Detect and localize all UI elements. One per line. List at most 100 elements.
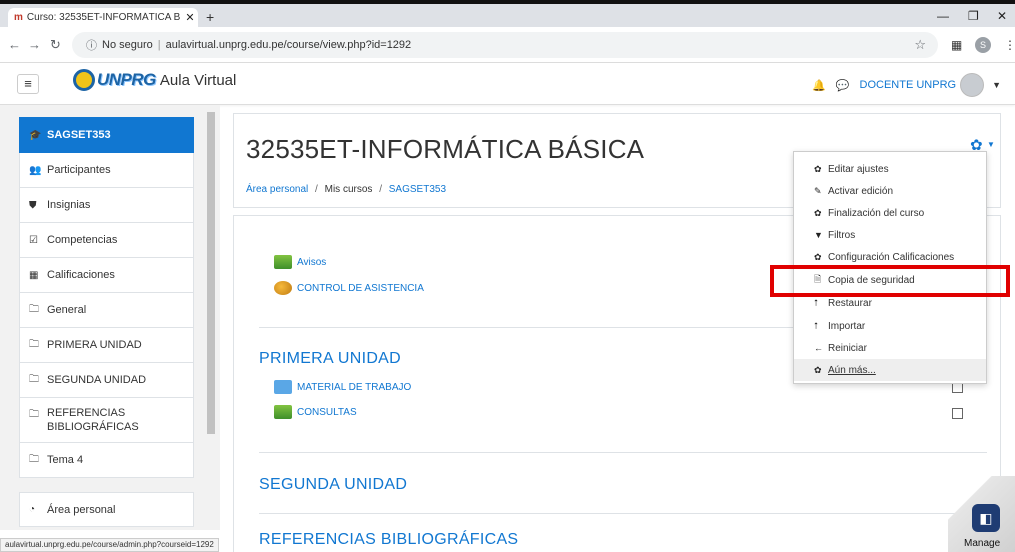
sidebar-item-course[interactable]: 🎓 SAGSET353 [19, 117, 194, 153]
upload-icon: ⭡ [814, 297, 819, 308]
sidebar-item-competencias[interactable]: ☑ Competencias [19, 223, 194, 258]
reload-icon[interactable]: ↻ [50, 37, 61, 53]
folder-icon: 🗀 [29, 338, 39, 350]
section-divider [259, 452, 987, 453]
url-text: aulavirtual.unprg.edu.pe/course/view.php… [165, 39, 412, 51]
completion-checkbox[interactable] [952, 408, 963, 419]
sidebar-item-label: SEGUNDA UNIDAD [47, 374, 147, 386]
sidebar-item-tema-4[interactable]: 🗀 Tema 4 [19, 443, 194, 478]
section-title-segunda-unidad[interactable]: SEGUNDA UNIDAD [259, 476, 407, 494]
graduation-cap-icon: 🎓 [29, 129, 42, 141]
minimize-icon[interactable]: — [937, 9, 949, 23]
menu-item-label: Restaurar [828, 297, 872, 309]
tab-title: Curso: 32535ET-INFORMÁTICA B [26, 12, 181, 23]
folder-icon: 🗀 [29, 303, 39, 315]
profile-avatar[interactable]: S [975, 37, 991, 53]
menu-item-label: Importar [828, 320, 866, 332]
sidebar-item-area-personal[interactable]: ◔ Área personal [19, 492, 194, 527]
user-menu-caret-icon[interactable]: ▼ [992, 80, 1001, 90]
user-avatar[interactable] [960, 73, 985, 97]
folder-icon: 🗀 [29, 453, 39, 465]
menu-item-importar[interactable]: ⭡ Importar [794, 315, 986, 337]
site-navbar: ≡ UNPRG Aula Virtual 🔔 💬 DOCENTE UNPRG ▼ [0, 63, 1015, 105]
address-bar[interactable]: ⓘ No seguro | aulavirtual.unprg.edu.pe/c… [72, 32, 938, 58]
sidebar-item-label: Tema 4 [47, 454, 84, 466]
menu-item-reiniciar[interactable]: ← Reiniciar [794, 337, 986, 359]
bookmark-star-icon[interactable]: ☆ [914, 37, 926, 53]
address-separator: | [157, 39, 161, 51]
window-close-icon[interactable]: ✕ [997, 9, 1007, 23]
drawer-toggle-icon[interactable]: ≡ [17, 74, 39, 94]
menu-item-label: Filtros [828, 229, 856, 241]
users-icon: 👥 [29, 164, 42, 176]
check-square-icon: ☑ [29, 234, 38, 246]
sidebar-item-calificaciones[interactable]: ▦ Calificaciones [19, 258, 194, 293]
pencil-icon: ✎ [814, 185, 822, 196]
gear-icon: ✿ [814, 163, 822, 174]
section-title-referencias[interactable]: REFERENCIAS BIBLIOGRÁFICAS [259, 531, 518, 549]
menu-item-filtros[interactable]: ▼ Filtros [794, 224, 986, 246]
section-title-primera-unidad[interactable]: PRIMERA UNIDAD [259, 350, 401, 368]
chevron-down-icon[interactable]: ▼ [987, 140, 995, 149]
gear-icon: ✿ [814, 207, 822, 218]
user-name[interactable]: DOCENTE UNPRG [860, 79, 957, 91]
new-tab-button[interactable]: + [206, 9, 214, 25]
browser-tab[interactable]: m Curso: 32535ET-INFORMÁTICA B ✕ [8, 8, 198, 27]
activity-material-trabajo[interactable]: MATERIAL DE TRABAJO [274, 380, 411, 394]
manage-widget[interactable]: ◧ Manage [948, 476, 1015, 552]
breadcrumb: Área personal / Mis cursos / SAGSET353 [246, 184, 446, 195]
browser-menu-icon[interactable]: ⋮ [1004, 38, 1015, 52]
notification-bell-icon[interactable]: 🔔 [812, 79, 826, 92]
breadcrumb-item[interactable]: Área personal [246, 184, 308, 195]
tachometer-icon: ◔ [29, 504, 36, 515]
shield-icon: ⛊ [29, 199, 37, 211]
extension-grid-icon[interactable]: ▦ [951, 38, 962, 52]
sidebar-item-label: Área personal [47, 503, 116, 516]
sidebar-item-label: General [47, 304, 87, 316]
sidebar-item-participantes[interactable]: 👥 Participantes [19, 153, 194, 188]
breadcrumb-separator: / [315, 184, 318, 195]
sidebar-item-primera-unidad[interactable]: 🗀 PRIMERA UNIDAD [19, 328, 194, 363]
sidebar-item-label: Insignias [47, 199, 91, 211]
sidebar-item-insignias[interactable]: ⛊ Insignias [19, 188, 194, 223]
sidebar-item-label: Calificaciones [47, 269, 115, 281]
nav-drawer: 🎓 SAGSET353 👥 Participantes ⛊ Insignias … [0, 105, 220, 530]
forward-icon[interactable]: → [28, 37, 41, 52]
attendance-icon [274, 281, 292, 295]
menu-item-label: Activar edición [828, 185, 894, 197]
arrow-left-icon: ← [814, 343, 823, 353]
activity-consultas[interactable]: CONSULTAS [274, 405, 357, 419]
menu-item-label: Aún más... [828, 364, 876, 376]
activity-label: CONTROL DE ASISTENCIA [297, 282, 424, 294]
restore-icon[interactable]: ❐ [968, 9, 979, 23]
back-icon[interactable]: ← [8, 37, 21, 52]
menu-item-editar-ajustes[interactable]: ✿ Editar ajustes [794, 158, 986, 180]
upload-icon: ⭡ [814, 320, 819, 331]
site-logo[interactable]: UNPRG Aula Virtual [73, 69, 236, 91]
sidebar-item-label: PRIMERA UNIDAD [47, 339, 142, 351]
info-icon[interactable]: ⓘ [86, 37, 97, 53]
security-label: No seguro [102, 39, 153, 51]
breadcrumb-item[interactable]: SAGSET353 [389, 184, 446, 195]
tab-close-icon[interactable]: ✕ [182, 11, 198, 24]
activity-label: CONSULTAS [297, 406, 357, 418]
folder-icon: 🗀 [29, 409, 39, 420]
sidebar-item-label: Participantes [47, 164, 111, 176]
status-bar-url: aulavirtual.unprg.edu.pe/course/admin.ph… [0, 538, 219, 552]
sidebar-item-segunda-unidad[interactable]: 🗀 SEGUNDA UNIDAD [19, 363, 194, 398]
sidebar-item-general[interactable]: 🗀 General [19, 293, 194, 328]
menu-item-label: Editar ajustes [828, 163, 889, 175]
sidebar-item-referencias[interactable]: 🗀 REFERENCIAS BIBLIOGRÁFICAS [19, 398, 194, 443]
menu-item-finalizacion[interactable]: ✿ Finalización del curso [794, 202, 986, 224]
messages-icon[interactable]: 💬 [836, 79, 850, 92]
sidebar-scrollbar[interactable] [207, 112, 215, 434]
user-area: 🔔 💬 DOCENTE UNPRG ▼ [812, 73, 1001, 97]
folder-icon: 🗀 [29, 373, 39, 385]
menu-item-aun-mas[interactable]: ✿ Aún más... [794, 359, 986, 381]
activity-label: MATERIAL DE TRABAJO [297, 381, 412, 393]
menu-item-activar-edicion[interactable]: ✎ Activar edición [794, 180, 986, 202]
menu-item-label: Configuración Calificaciones [828, 251, 955, 263]
activity-control-asistencia[interactable]: CONTROL DE ASISTENCIA [274, 281, 424, 295]
activity-avisos[interactable]: Avisos [274, 255, 326, 269]
